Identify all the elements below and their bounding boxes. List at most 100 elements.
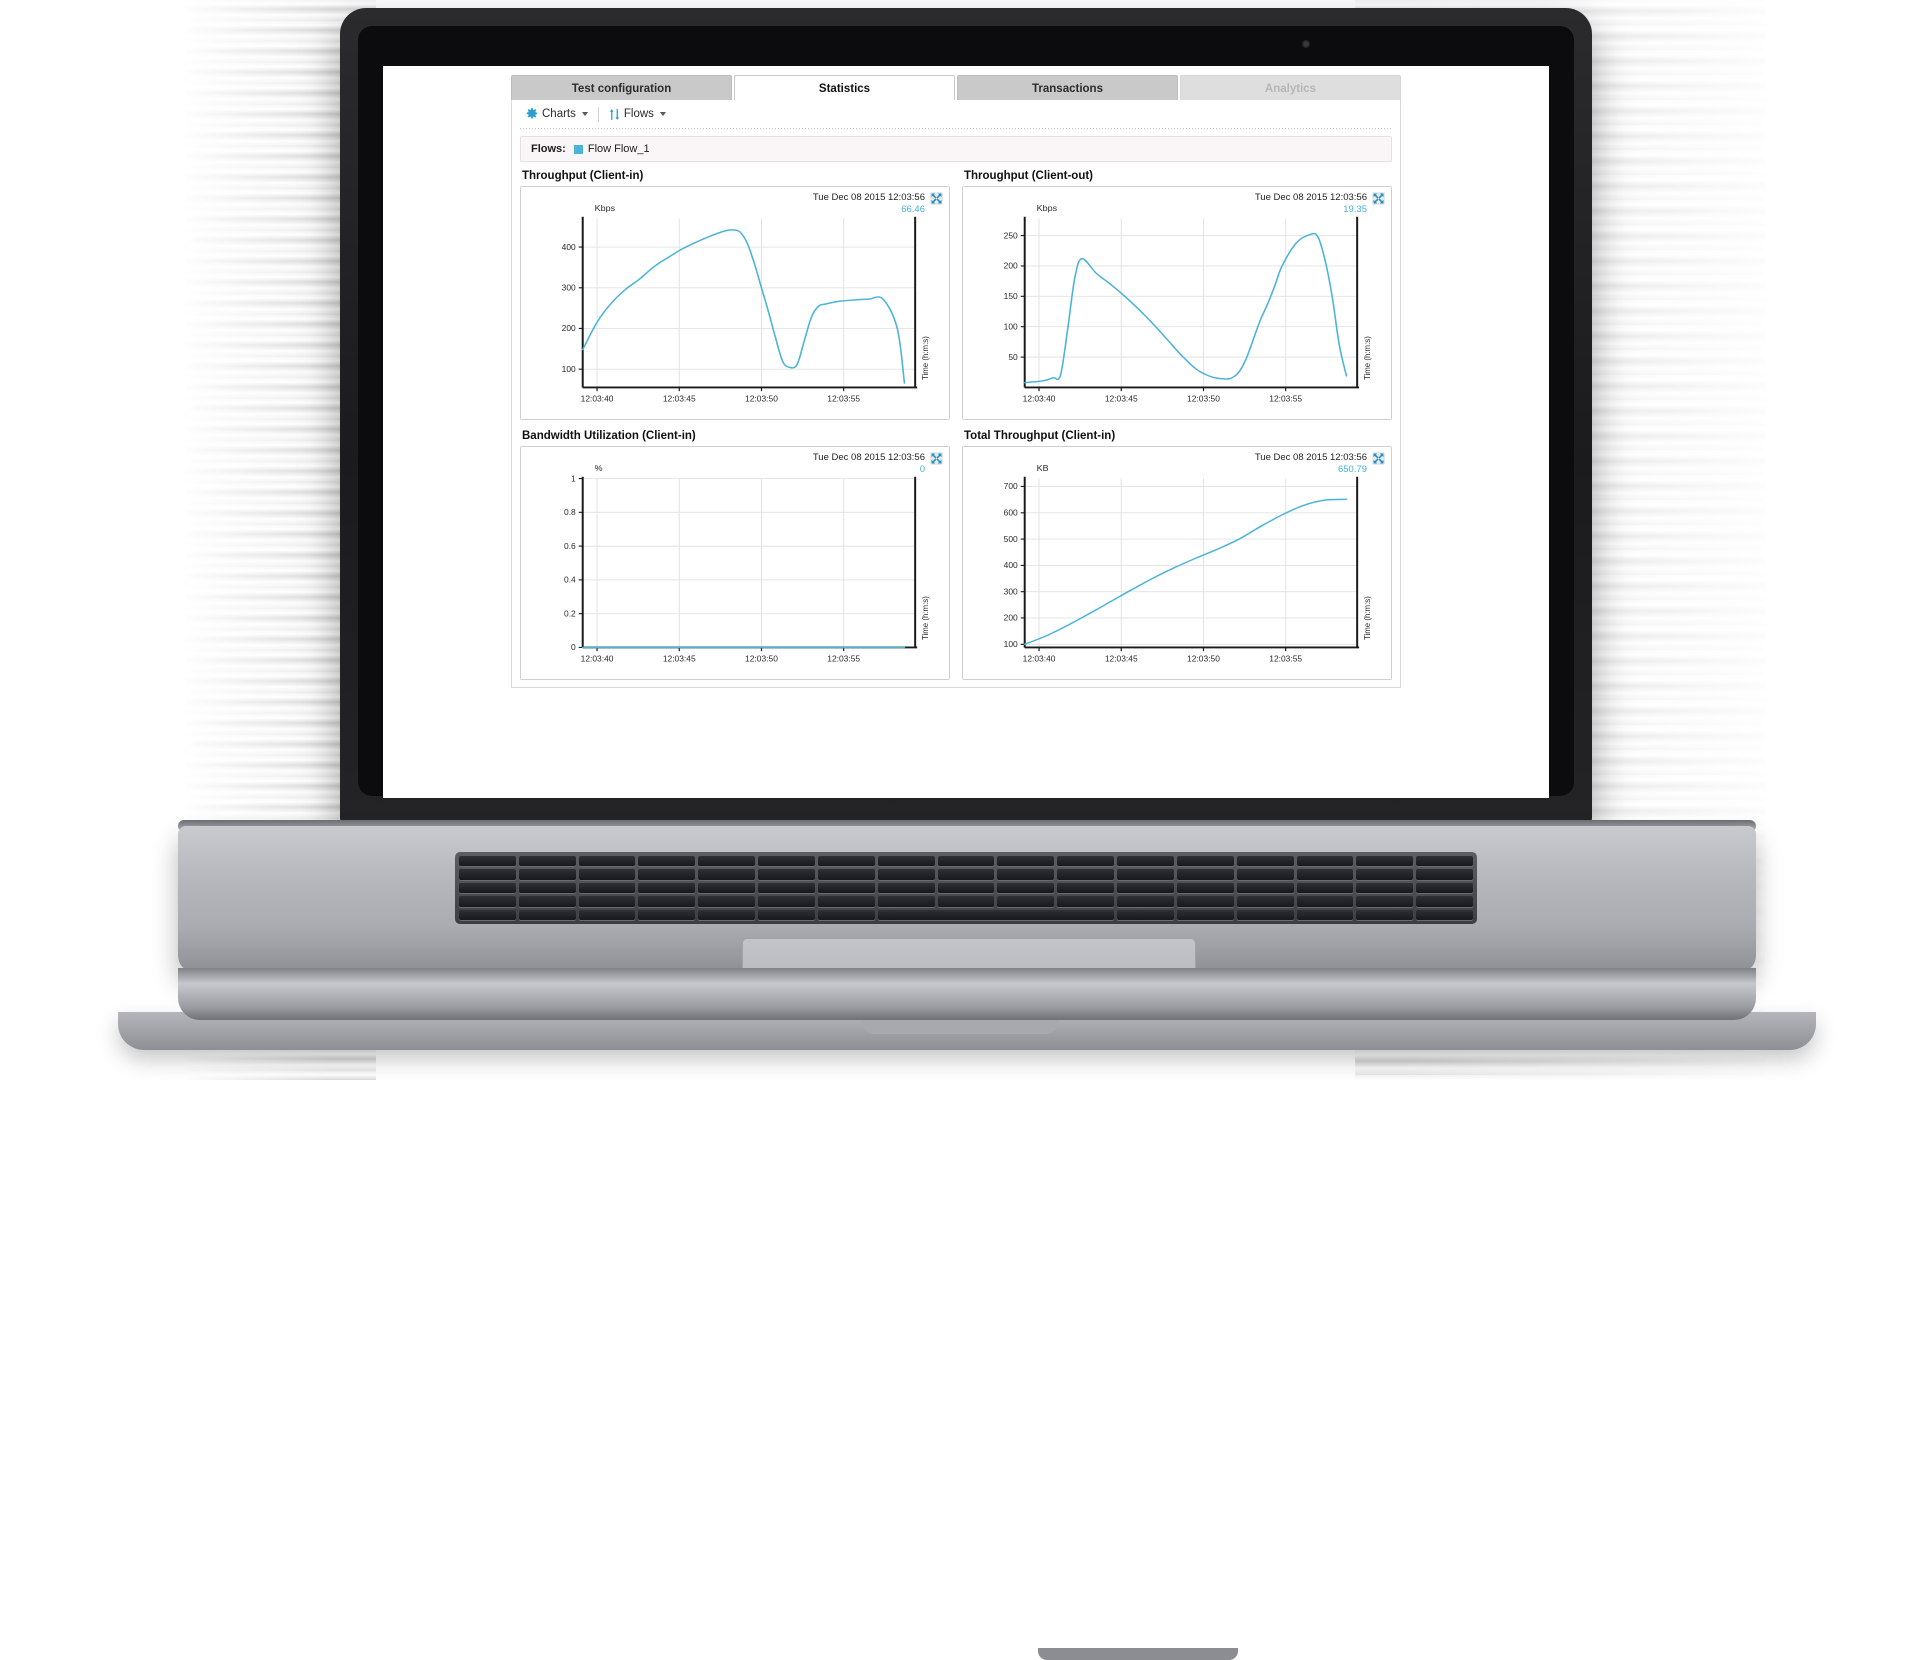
keyboard-row [459,909,1473,920]
keyboard-key [937,856,995,867]
svg-text:Time (h:m:s): Time (h:m:s) [921,596,930,640]
keyboard-key [1176,869,1234,880]
chart-title: Total Throughput (Client-in) [964,430,1116,442]
chart-panel-throughput-client-out: Throughput (Client-out) 50 100 150 200 250 Kb… [962,170,1392,420]
svg-text:500: 500 [1004,535,1019,544]
expand-icon[interactable] [930,452,943,465]
keyboard-key [1236,882,1294,894]
svg-text:Time (h:m:s): Time (h:m:s) [1363,596,1372,640]
keyboard-key [518,896,576,907]
keyboard-key [518,882,576,894]
expand-icon[interactable] [1372,452,1385,465]
laptop-front-edge [178,968,1756,1020]
chevron-down-icon [659,112,666,116]
keyboard-key [877,856,935,867]
svg-text:400: 400 [1004,561,1019,570]
chart-title: Bandwidth Utilization (Client-in) [522,430,696,442]
expand-icon[interactable] [930,192,943,205]
keyboard-key [817,882,875,894]
chart-timestamp: Tue Dec 08 2015 12:03:56 [1254,452,1367,463]
keyboard-key [698,909,756,920]
keyboard-key [937,869,995,880]
svg-text:0.8: 0.8 [564,508,576,517]
chart-timestamp: Tue Dec 08 2015 12:03:56 [812,452,925,463]
flows-legend-label: Flows: [531,143,566,155]
keyboard-key [1236,909,1294,920]
flows-legend-bar: Flows: Flow Flow_1 [520,136,1392,162]
tab-transactions[interactable]: Transactions [957,75,1178,101]
keyboard-key [1236,869,1294,880]
keyboard-key [1176,909,1234,920]
svg-text:200: 200 [562,324,577,333]
svg-text:12:03:40: 12:03:40 [581,395,614,404]
svg-text:250: 250 [1004,232,1019,241]
chart-canvas: 100 200 300 400 500 600 700 KB 12:03:40 12:03:45 1… [962,446,1392,680]
keyboard-key [578,909,636,920]
laptop-screen: Test configuration Statistics Transactio… [383,66,1549,798]
keyboard-key [1117,856,1174,867]
keyboard-key [817,869,875,880]
keyboard-key [817,856,875,867]
svg-text:0.2: 0.2 [564,610,576,619]
chart-readout: Tue Dec 08 2015 12:03:56 650.79 [1255,452,1367,476]
chart-canvas: 100 200 300 400 Kbps 12:03:40 12:03:45 12:03:50… [520,186,950,420]
chart-header: Tue Dec 08 2015 12:03:56 19.35 [1255,192,1385,216]
keyboard-key [1236,856,1294,867]
statistics-toolbar: Charts Flows [512,100,1400,128]
toolbar-separator [520,128,1392,129]
keyboard-key [1416,909,1473,920]
keyboard-key [997,882,1055,894]
keyboard-key [758,882,815,894]
svg-text:150: 150 [1004,292,1019,301]
svg-text:12:03:55: 12:03:55 [1269,655,1302,664]
keyboard-key [459,882,516,894]
keyboard-key [1176,856,1234,867]
svg-text:12:03:40: 12:03:40 [1023,655,1056,664]
keyboard-key [1356,856,1414,867]
expand-icon[interactable] [1372,192,1385,205]
chart-current-value: 650.79 [1337,463,1367,475]
keyboard-key [937,882,995,894]
chart-current-value: 19.35 [1343,203,1367,215]
keyboard-key [638,896,696,907]
svg-text:700: 700 [1004,482,1019,491]
keyboard [455,852,1477,924]
keyboard-key [997,856,1055,867]
keyboard-key [578,896,636,907]
keyboard-key [459,909,516,920]
chart-plot-1: 50 100 150 200 250 Kbps 12:03:40 12:03:45 12:03:… [963,187,1391,419]
flows-menu-label: Flows [623,108,654,120]
keyboard-key [1296,896,1354,907]
svg-text:12:03:45: 12:03:45 [663,395,696,404]
laptop-lid-notch [1038,1648,1238,1660]
flows-menu-button[interactable]: Flows [603,106,672,123]
charts-menu-button[interactable]: Charts [520,106,594,122]
keyboard-key [459,869,516,880]
chart-header: Tue Dec 08 2015 12:03:56 650.79 [1255,452,1385,476]
chart-title: Throughput (Client-out) [964,170,1094,182]
main-tabs: Test configuration Statistics Transactio… [511,75,1401,101]
flows-arrows-icon [609,108,620,121]
keyboard-key [877,869,935,880]
gear-icon [526,108,538,120]
keyboard-key [1057,896,1115,907]
chart-timestamp: Tue Dec 08 2015 12:03:56 [812,192,925,203]
flow-legend-item[interactable]: Flow Flow_1 [573,143,650,155]
flow-color-swatch [573,144,583,154]
keyboard-key [638,869,696,880]
keyboard-key [758,869,815,880]
svg-text:12:03:45: 12:03:45 [1105,655,1138,664]
keyboard-key [518,869,576,880]
keyboard-key [758,909,815,920]
chart-canvas: 0 0.2 0.4 0.6 0.8 1% 12:03:40 12:03:45 12:03:50 1… [520,446,950,680]
keyboard-key [638,882,696,894]
keyboard-row [459,896,1473,907]
svg-text:300: 300 [1004,588,1019,597]
keyboard-row [459,856,1473,867]
flow-legend-name: Flow Flow_1 [587,143,650,155]
svg-text:1: 1 [571,475,576,484]
chart-panel-throughput-client-in: Throughput (Client-in) 100 200 300 400 Kbps 1… [520,170,950,420]
tab-statistics[interactable]: Statistics [734,75,955,101]
tab-test-configuration[interactable]: Test configuration [511,75,732,101]
svg-text:Time (h:m:s): Time (h:m:s) [921,336,930,380]
